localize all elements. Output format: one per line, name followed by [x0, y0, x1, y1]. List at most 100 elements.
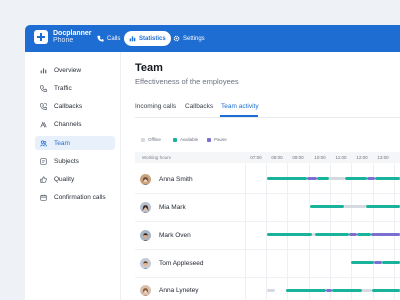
- legend-swatch-pause: [207, 137, 211, 142]
- bar-chart-icon: [40, 67, 47, 73]
- avatar: [140, 230, 151, 241]
- activity-bar-available: [332, 289, 362, 292]
- grid-line: [394, 163, 395, 300]
- callback-icon: [40, 102, 47, 110]
- avatar: [140, 202, 151, 213]
- legend-swatch-available: [173, 137, 177, 142]
- page-title: Team: [135, 62, 163, 74]
- sidebar-divider: [120, 52, 121, 300]
- person-name[interactable]: Anna Lynetey: [159, 287, 199, 294]
- activity-bar-available: [357, 233, 371, 236]
- sidebar-item-overview[interactable]: Overview: [35, 63, 115, 77]
- sidebar-item-label: Channels: [54, 120, 82, 128]
- grid-line: [266, 163, 267, 300]
- topnav-settings[interactable]: Settings: [168, 31, 210, 46]
- avatar: [140, 285, 151, 296]
- legend-label: Pause: [214, 137, 227, 142]
- tab-callbacks[interactable]: Callbacks: [185, 103, 213, 110]
- grid-line: [309, 163, 310, 300]
- row-divider: [135, 221, 400, 222]
- activity-bar-pause: [371, 233, 400, 236]
- grid-line: [351, 163, 352, 300]
- sidebar-item-subjects[interactable]: Subjects: [35, 154, 115, 168]
- activity-bar-available: [310, 205, 344, 208]
- sidebar-item-quality[interactable]: Quality: [35, 172, 115, 186]
- activity-bar-pause: [349, 233, 357, 236]
- gear-icon: [173, 35, 180, 42]
- phone-icon: [40, 84, 47, 92]
- activity-bar-available: [375, 177, 400, 180]
- grid-line: [287, 163, 288, 300]
- time-label: 10:00: [314, 155, 326, 160]
- topnav-calls-label: Calls: [107, 35, 121, 42]
- avatar: [140, 258, 151, 269]
- sidebar-item-traffic[interactable]: Traffic: [35, 81, 115, 95]
- time-label: 12:00: [356, 155, 368, 160]
- time-label: 11:00: [335, 155, 347, 160]
- activity-bar-pause: [367, 177, 375, 180]
- subjects-icon: [40, 157, 47, 165]
- avatar: [140, 174, 151, 185]
- activity-bar-available: [317, 177, 329, 180]
- sidebar-item-label: Overview: [54, 66, 82, 74]
- activity-bar-offline: [329, 177, 345, 180]
- activity-bar-available: [366, 205, 400, 208]
- sidebar-item-channels[interactable]: Channels: [35, 117, 115, 131]
- phone-icon: [97, 35, 104, 42]
- page-subtitle: Effectiveness of the employees: [135, 77, 239, 86]
- docplanner-logo-icon: [34, 30, 48, 44]
- person-name[interactable]: Tom Appleseed: [159, 260, 203, 267]
- activity-bar-pause: [307, 177, 317, 180]
- activity-bar-available: [286, 289, 326, 292]
- app-logo[interactable]: Docplanner Phone: [34, 30, 92, 44]
- time-label: 07:00: [250, 155, 262, 160]
- legend-label: Available: [180, 137, 199, 142]
- legend-swatch-offline: [141, 137, 145, 142]
- bar-chart-icon: [129, 36, 136, 42]
- activity-bar-offline: [267, 289, 275, 292]
- time-label: 09:00: [292, 155, 304, 160]
- sidebar-item-callbacks[interactable]: Callbacks: [35, 99, 115, 113]
- sidebar-item-confirmation-calls[interactable]: Confirmation calls: [35, 190, 115, 204]
- sidebar-item-label: Subjects: [54, 157, 79, 165]
- legend-item-offline: Offline: [141, 137, 161, 142]
- topnav-settings-label: Settings: [183, 35, 205, 42]
- active-tab-indicator: [220, 115, 258, 117]
- time-label: 13:00: [377, 155, 389, 160]
- working-hours-label: Working hours: [142, 155, 171, 160]
- tab-team-activity[interactable]: Team activity: [221, 103, 259, 110]
- calendar-icon: [40, 194, 47, 201]
- thumbs-up-icon: [40, 175, 47, 183]
- activity-bar-available: [315, 233, 349, 236]
- row-divider: [135, 277, 400, 278]
- channels-icon: [40, 121, 47, 127]
- sidebar-item-label: Quality: [54, 175, 75, 183]
- person-name[interactable]: Anna Smith: [159, 176, 193, 183]
- row-divider: [135, 193, 400, 194]
- activity-bar-offline: [344, 205, 366, 208]
- legend-item-pause: Pause: [207, 137, 227, 142]
- grid-line: [245, 163, 246, 300]
- topnav-calls[interactable]: Calls: [92, 31, 125, 46]
- legend-item-available: Available: [173, 137, 198, 142]
- time-label: 08:00: [271, 155, 283, 160]
- topnav-statistics-label: Statistics: [139, 35, 166, 42]
- person-name[interactable]: Mia Mark: [159, 204, 186, 211]
- sidebar-item-label: Callbacks: [54, 102, 83, 110]
- activity-bar-available: [345, 177, 367, 180]
- activity-bar-available: [372, 289, 400, 292]
- top-navigation-bar: Docplanner Phone Calls Statistics Settin…: [25, 25, 400, 52]
- sidebar-item-team[interactable]: Team: [35, 136, 115, 150]
- topnav-statistics[interactable]: Statistics: [124, 31, 171, 46]
- activity-bar-available: [382, 261, 400, 264]
- row-divider: [135, 249, 400, 250]
- grid-line: [330, 163, 331, 300]
- person-name[interactable]: Mark Oven: [159, 232, 191, 239]
- activity-bar-available: [267, 177, 307, 180]
- sidebar-item-label: Team: [54, 139, 70, 147]
- app-name: Docplanner: [53, 30, 92, 37]
- legend-label: Offline: [148, 137, 161, 142]
- tab-incoming-calls[interactable]: Incoming calls: [135, 103, 176, 110]
- sidebar-item-label: Confirmation calls: [54, 193, 106, 201]
- sidebar-item-label: Traffic: [54, 84, 72, 92]
